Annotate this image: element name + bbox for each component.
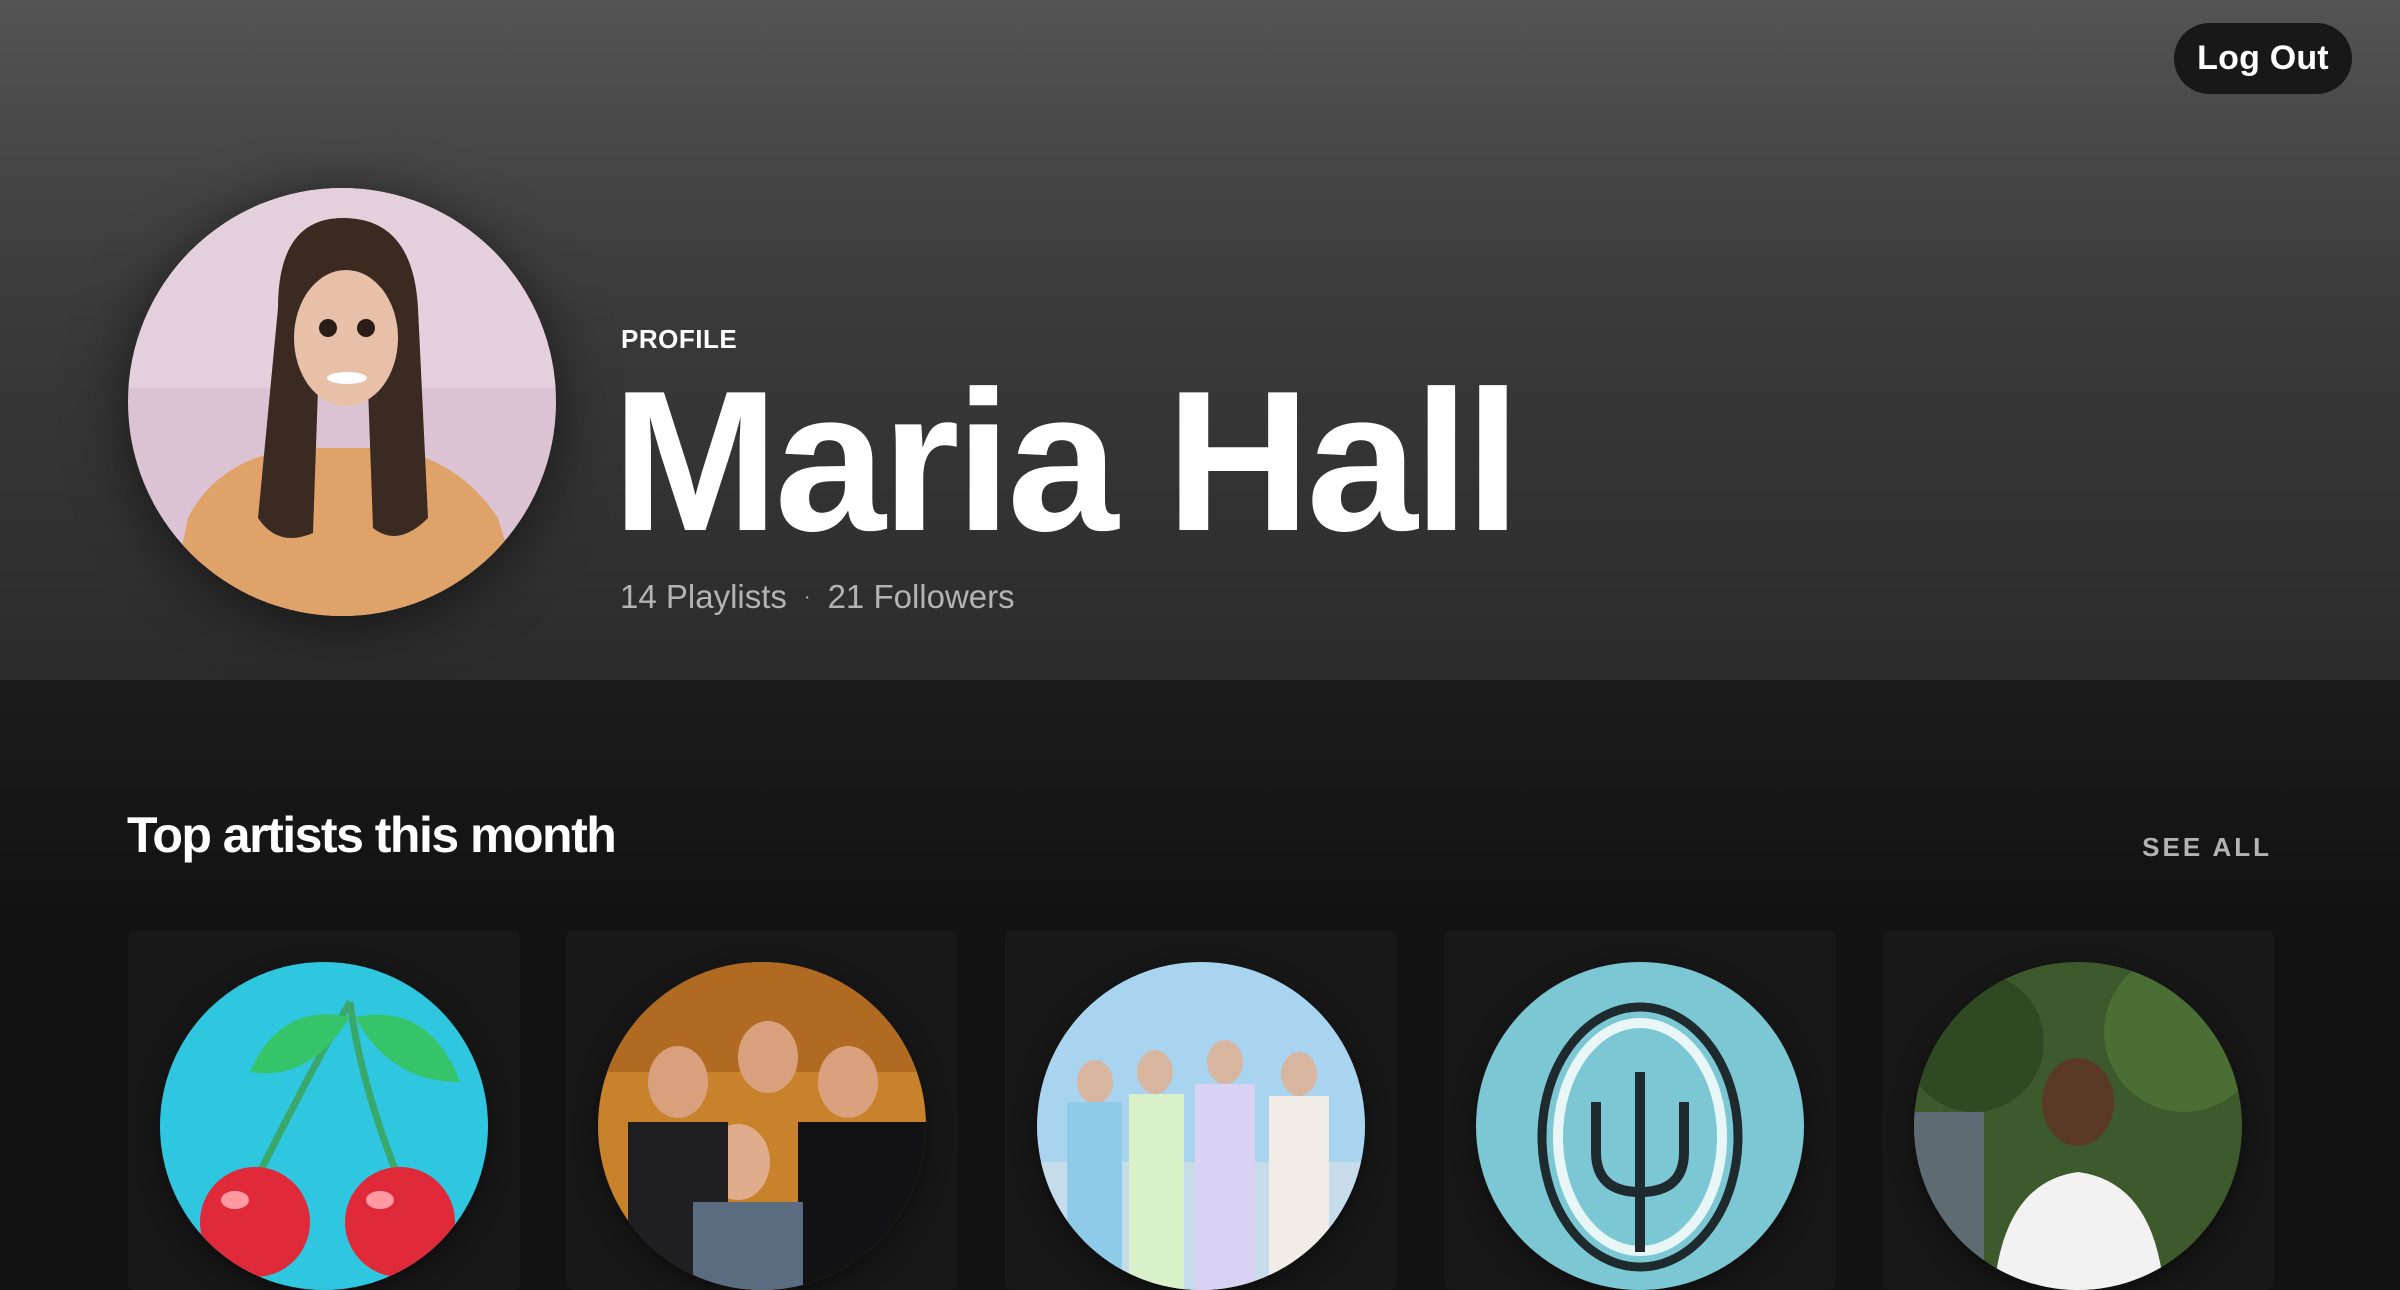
profile-avatar[interactable] — [128, 188, 556, 616]
artist-card[interactable] — [128, 930, 520, 1290]
section-title[interactable]: Top artists this month — [127, 806, 617, 864]
artist-image — [1476, 962, 1804, 1290]
profile-stats: 14 Playlists · 21 Followers — [620, 578, 1015, 616]
artist-image — [1037, 962, 1365, 1290]
band-lineup-photo — [1037, 962, 1365, 1290]
artist-card[interactable] — [1444, 930, 1836, 1290]
stats-separator: · — [803, 585, 811, 608]
band-group-photo — [598, 962, 926, 1290]
cherries-artwork — [160, 962, 488, 1290]
playlists-count[interactable]: 14 Playlists — [620, 578, 787, 616]
avatar-photo — [128, 188, 556, 616]
followers-count[interactable]: 21 Followers — [828, 578, 1015, 616]
artist-image — [160, 962, 488, 1290]
logout-button[interactable]: Log Out — [2174, 23, 2352, 94]
artist-image — [1914, 962, 2242, 1290]
profile-name: Maria Hall — [612, 350, 1521, 573]
artist-card[interactable] — [1882, 930, 2274, 1290]
artist-card[interactable] — [1005, 930, 1397, 1290]
see-all-link[interactable]: SEE ALL — [2142, 832, 2272, 863]
artist-card[interactable] — [566, 930, 958, 1290]
trident-logo — [1476, 962, 1804, 1290]
artist-image — [598, 962, 926, 1290]
artist-portrait — [1914, 962, 2242, 1290]
